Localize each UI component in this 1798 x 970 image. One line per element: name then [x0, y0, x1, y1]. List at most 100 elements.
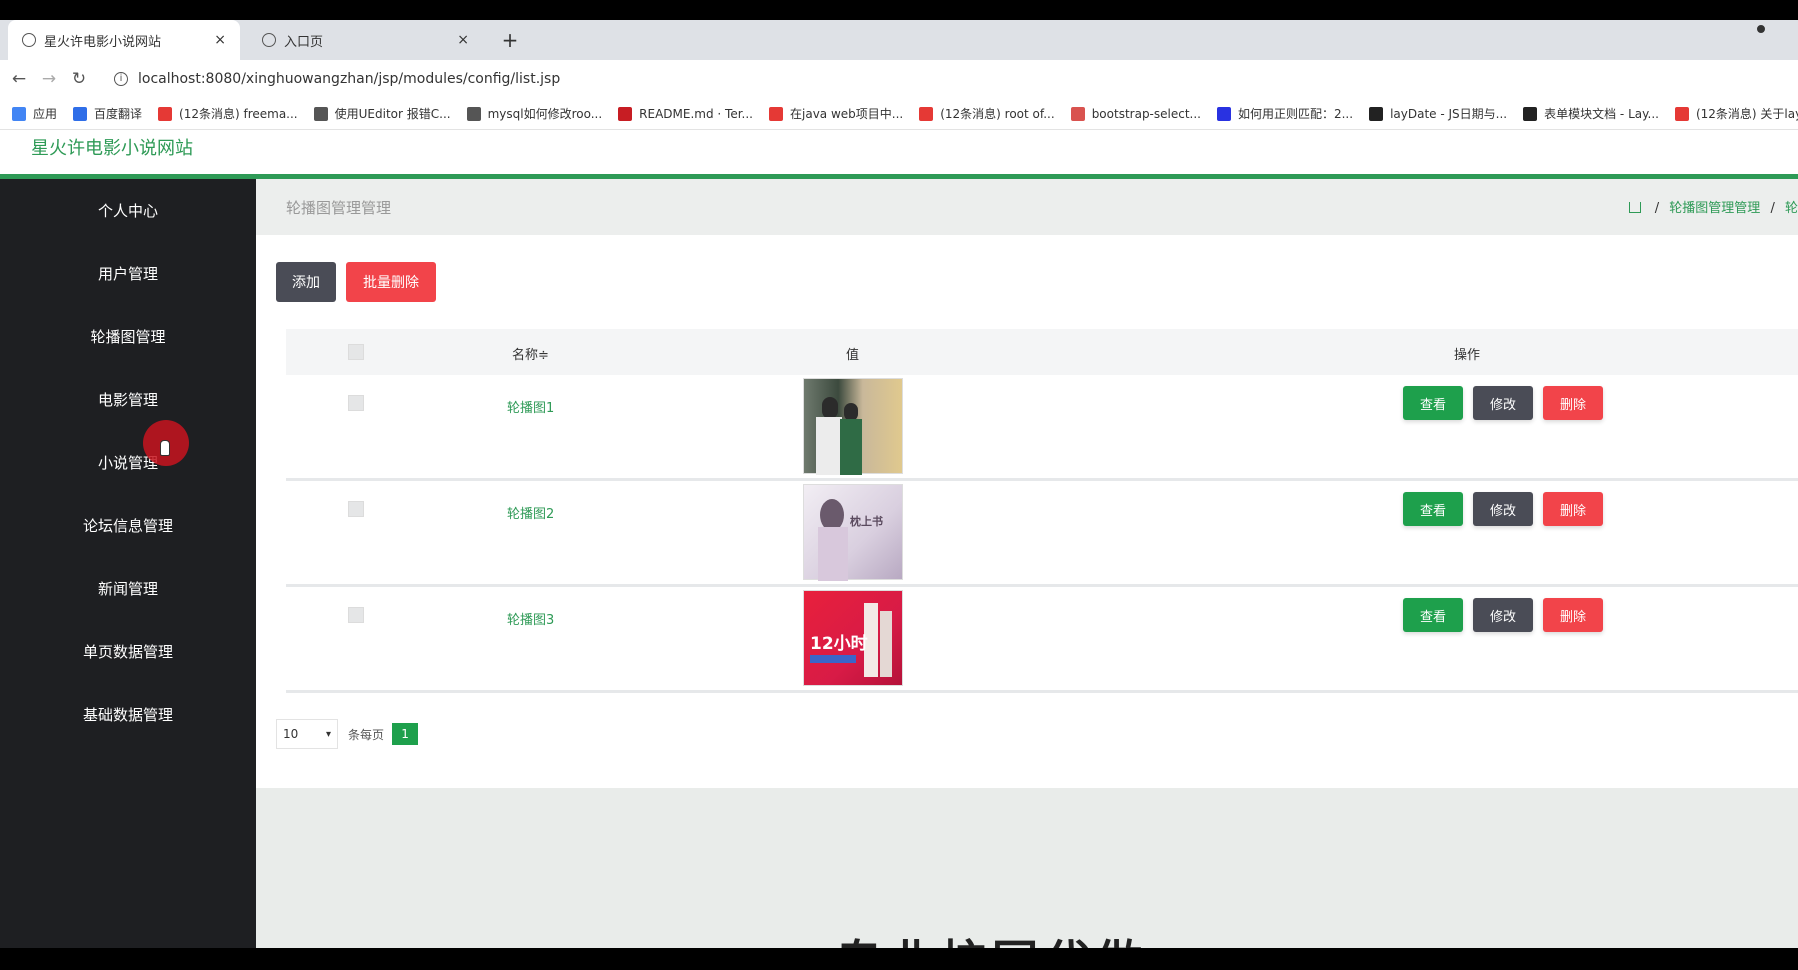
- chevron-down-icon: ▾: [325, 728, 331, 740]
- select-all-checkbox[interactable]: [348, 344, 364, 360]
- thumbnail-caption: 12小时: [810, 634, 868, 654]
- app-header: 星火许电影小说网站: [0, 130, 1798, 174]
- page-size-select[interactable]: 10 ▾: [276, 719, 338, 749]
- home-icon[interactable]: [1628, 202, 1641, 213]
- delete-button[interactable]: 删除: [1543, 386, 1603, 420]
- breadcrumb-separator: /: [1770, 201, 1775, 216]
- tab-close-icon[interactable]: ×: [214, 32, 226, 48]
- bookmark-item[interactable]: 在java web项目中...: [769, 105, 903, 122]
- bookmark-item[interactable]: (12条消息) freema...: [158, 105, 298, 122]
- bookmark-item[interactable]: bootstrap-select...: [1070, 106, 1201, 121]
- csdn-icon: [1674, 106, 1689, 121]
- sidebar-item-carousel[interactable]: 轮播图管理: [0, 305, 256, 368]
- bookmark-label: README.md · Ter...: [639, 106, 753, 121]
- baidu-icon: [73, 106, 88, 121]
- screen: 星火许电影小说网站 × 入口页 × + ← → ↻ i localhost:80…: [0, 0, 1798, 970]
- sidebar-item-base-data[interactable]: 基础数据管理: [0, 683, 256, 746]
- bookmark-label: bootstrap-select...: [1091, 106, 1201, 121]
- sidebar: 个人中心 用户管理 轮播图管理 电影管理 小说管理 论坛信息管理 新闻管理 单页…: [0, 179, 256, 948]
- breadcrumb: / 轮播图管理管理 / 轮: [1628, 197, 1798, 216]
- row-checkbox[interactable]: [348, 395, 364, 411]
- delete-button[interactable]: 删除: [1543, 598, 1603, 632]
- column-name-header[interactable]: 名称≑: [512, 344, 549, 363]
- main-content: 轮播图管理管理 / 轮播图管理管理 / 轮 添加 批量删除 名称≑ 值 操作 轮…: [256, 179, 1798, 970]
- column-value-header: 值: [846, 348, 860, 363]
- back-icon[interactable]: ←: [8, 69, 30, 89]
- hand-cursor-icon: [160, 440, 170, 456]
- gitee-icon: [618, 106, 633, 121]
- view-button[interactable]: 查看: [1403, 386, 1463, 420]
- sidebar-item-novels[interactable]: 小说管理: [0, 431, 256, 494]
- sidebar-item-users[interactable]: 用户管理: [0, 242, 256, 305]
- sidebar-item-movies[interactable]: 电影管理: [0, 368, 256, 431]
- table-header: 名称≑ 值 操作: [286, 329, 1798, 375]
- tab-inactive[interactable]: 入口页 ×: [248, 20, 483, 60]
- sidebar-item-forum[interactable]: 论坛信息管理: [0, 494, 256, 557]
- sidebar-item-news[interactable]: 新闻管理: [0, 557, 256, 620]
- table-row: 轮播图1 查看 修改 删除: [286, 375, 1798, 481]
- layui-icon: [1369, 106, 1384, 121]
- bookmark-label: mysql如何修改roo...: [487, 107, 603, 121]
- bookmark-item[interactable]: 表单模块文档 - Lay...: [1523, 105, 1659, 122]
- sidebar-item-single-page[interactable]: 单页数据管理: [0, 620, 256, 683]
- delete-button[interactable]: 删除: [1543, 492, 1603, 526]
- edit-button[interactable]: 修改: [1473, 386, 1533, 420]
- breadcrumb-item[interactable]: 轮: [1785, 201, 1798, 216]
- row-name: 轮播图3: [507, 613, 555, 628]
- bootstrap-icon: [1070, 106, 1085, 121]
- row-checkbox[interactable]: [348, 501, 364, 517]
- row-name: 轮播图1: [507, 401, 555, 416]
- breadcrumb-item[interactable]: 轮播图管理管理: [1669, 201, 1760, 216]
- forward-icon[interactable]: →: [38, 69, 60, 89]
- bookmark-label: 应用: [33, 107, 58, 121]
- table-row: 轮播图2 枕上书 查看 修改 删除: [286, 481, 1798, 587]
- baidu-paw-icon: [1216, 106, 1231, 121]
- table-row: 轮播图3 12小时 查看 修改 删除: [286, 587, 1798, 693]
- reload-icon[interactable]: ↻: [68, 69, 90, 89]
- bookmark-item[interactable]: (12条消息) 关于lay: [1674, 105, 1798, 122]
- bookmark-item[interactable]: 应用: [12, 105, 57, 122]
- bookmark-item[interactable]: 使用UEditor 报错C...: [313, 105, 451, 122]
- tab-active[interactable]: 星火许电影小说网站 ×: [8, 20, 240, 60]
- tab-close-icon[interactable]: ×: [457, 32, 469, 48]
- row-checkbox[interactable]: [348, 607, 364, 623]
- page-number-current[interactable]: 1: [392, 723, 419, 745]
- row-thumbnail[interactable]: 枕上书: [803, 484, 903, 581]
- url-text: localhost:8080/xinghuowangzhan/jsp/modul…: [138, 71, 561, 87]
- view-button[interactable]: 查看: [1403, 598, 1463, 632]
- bookmark-item[interactable]: (12条消息) root of...: [919, 105, 1055, 122]
- bookmark-label: 使用UEditor 报错C...: [334, 107, 451, 121]
- batch-delete-button[interactable]: 批量删除: [346, 262, 436, 302]
- info-icon[interactable]: i: [114, 72, 128, 86]
- edit-button[interactable]: 修改: [1473, 598, 1533, 632]
- bookmark-item[interactable]: layDate - JS日期与...: [1369, 105, 1507, 122]
- page-size-value: 10: [283, 727, 299, 741]
- row-thumbnail[interactable]: [803, 378, 903, 475]
- pagination: 10 ▾ 条每页 1: [276, 719, 419, 749]
- new-tab-button[interactable]: +: [495, 20, 525, 60]
- edit-button[interactable]: 修改: [1473, 492, 1533, 526]
- sidebar-item-profile[interactable]: 个人中心: [0, 179, 256, 242]
- brand-title[interactable]: 星火许电影小说网站: [31, 134, 193, 160]
- people-thumbnail-art: [816, 397, 862, 475]
- bookmark-label: 如何用正则匹配：2...: [1237, 107, 1354, 121]
- bookmark-item[interactable]: README.md · Ter...: [618, 106, 753, 121]
- add-button[interactable]: 添加: [276, 262, 336, 302]
- bookmark-item[interactable]: 如何用正则匹配：2...: [1216, 105, 1354, 122]
- tab-title: 星火许电影小说网站: [44, 34, 162, 50]
- profile-icon[interactable]: [1754, 22, 1768, 36]
- bottom-black-bar: [0, 948, 1798, 970]
- bookmark-item[interactable]: 百度翻译: [73, 105, 142, 122]
- bookmark-label: (12条消息) 关于lay: [1695, 107, 1798, 121]
- address-field[interactable]: i localhost:8080/xinghuowangzhan/jsp/mod…: [114, 71, 560, 87]
- bookmark-label: 在java web项目中...: [790, 107, 904, 121]
- breadcrumb-separator: /: [1654, 201, 1660, 216]
- bookmark-item[interactable]: mysql如何修改roo...: [466, 105, 603, 122]
- list-card: 添加 批量删除 名称≑ 值 操作 轮播图1 查看 修改 删除 轮播图2 枕上书 …: [256, 235, 1798, 788]
- link-icon: [313, 106, 328, 121]
- row-thumbnail[interactable]: 12小时: [803, 590, 903, 686]
- globe-icon: [262, 33, 276, 47]
- csdn-icon: [158, 106, 173, 121]
- view-button[interactable]: 查看: [1403, 492, 1463, 526]
- poster-thumbnail-art: [818, 499, 848, 581]
